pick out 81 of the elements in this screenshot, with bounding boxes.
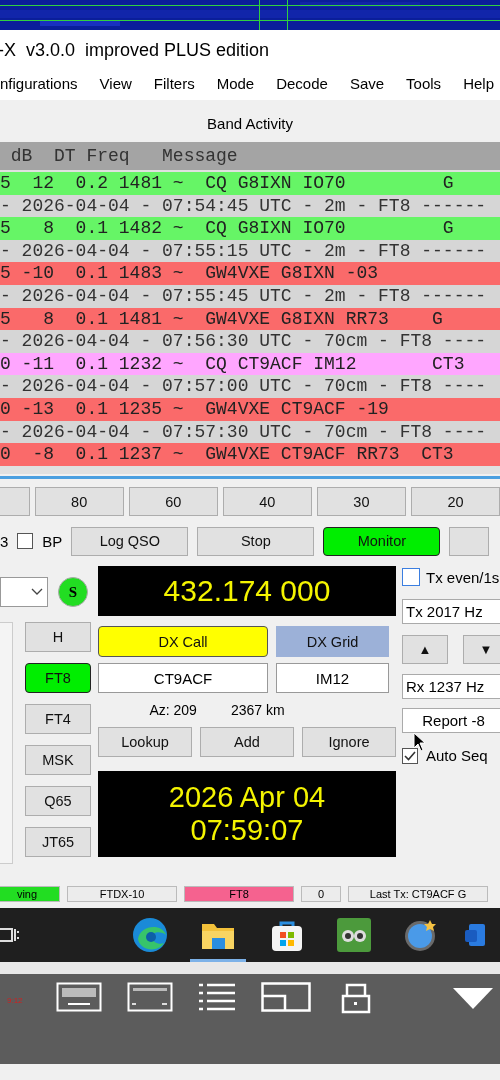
action-button[interactable]: Add — [200, 727, 294, 757]
distance-text: 2367 km — [230, 702, 285, 718]
status-field: ving — [0, 886, 60, 902]
mode-button[interactable]: FT8 — [25, 663, 91, 693]
menu-item[interactable]: Filters — [153, 74, 206, 92]
checkbox[interactable] — [402, 568, 420, 586]
decode-row[interactable]: 5 8 0.1 1481 ~ GW4VXE G8IXN RR73 G — [0, 307, 500, 331]
control-button[interactable]: Stop — [197, 526, 315, 556]
browser-icon[interactable] — [132, 917, 168, 953]
menu-item[interactable]: Mode — [216, 74, 266, 92]
band-button[interactable]: 40 — [222, 487, 312, 516]
time-text: 9:12 — [6, 996, 24, 1005]
mode-button[interactable]: FT4 — [25, 704, 91, 734]
globe-icon[interactable] — [404, 918, 438, 952]
label-text: 3 — [0, 532, 9, 550]
azimuth-text: Az: 209 — [149, 702, 197, 718]
menu-item[interactable]: Tools — [406, 74, 453, 92]
period-separator: - 2026-04-04 - 07:57:00 UTC - 70cm - FT8 ---- — [0, 375, 500, 398]
checkbox-label: BP — [42, 532, 63, 550]
window-icon[interactable] — [261, 982, 311, 1012]
decode-row[interactable]: 0 -11 0.1 1232 ~ CQ CT9ACF IM12 CT3 — [0, 352, 500, 376]
period-separator: - 2026-04-04 - 07:55:45 UTC - 2m - FT8 ------ — [0, 284, 500, 308]
band-button[interactable]: 60 — [128, 487, 218, 516]
band-button[interactable]: 80 — [34, 487, 124, 516]
mode-button[interactable]: H — [25, 622, 91, 652]
checkbox[interactable] — [17, 533, 34, 549]
period-separator: - 2026-04-04 - 07:54:45 UTC - 2m - FT8 ------ — [0, 194, 500, 218]
spin-box[interactable]: Rx 1237 Hz — [402, 674, 500, 699]
decode-row[interactable]: 5 8 0.1 1482 ~ CQ G8IXN IO70 G — [0, 217, 500, 240]
decode-row[interactable]: 5 12 0.2 1481 ~ CQ G8IXN IO70 G — [0, 172, 500, 195]
decode-row[interactable]: 0 -8 0.1 1237 ~ GW4VXE CT9ACF RR73 CT3 — [0, 443, 500, 466]
mode-button[interactable]: Q65 — [25, 786, 91, 816]
checkbox[interactable] — [402, 747, 418, 764]
check-icon — [404, 750, 416, 761]
dx-call-button[interactable]: DX Call — [98, 626, 268, 657]
status-field: FT8 — [184, 886, 294, 902]
period-separator: - 2026-04-04 - 07:55:15 UTC - 2m - FT8 ------ — [0, 239, 500, 263]
arrow-button[interactable]: ▲ — [402, 635, 448, 664]
menu-item[interactable]: Help — [463, 74, 500, 92]
chevron-icon — [31, 588, 43, 596]
frequency-display: 432.174 000 — [98, 566, 396, 616]
decode-row[interactable]: 5 -10 0.1 1483 ~ GW4VXE G8IXN -03 — [0, 262, 500, 285]
menu-item[interactable]: Save — [349, 74, 396, 92]
action-button[interactable]: Ignore — [302, 727, 396, 757]
band-button[interactable]: 20 — [410, 487, 500, 516]
spin-box[interactable]: Report -8 — [402, 708, 500, 733]
mode-button[interactable]: JT65 — [25, 827, 91, 857]
keyboard-icon[interactable] — [56, 982, 102, 1012]
status-field: FTDX-10 — [67, 886, 177, 902]
period-separator: - 2026-04-04 - 07:56:30 UTC - 70cm - FT8 ---- — [0, 330, 500, 353]
status-field: Last Tx: CT9ACF G — [348, 886, 488, 902]
keyboard-icon[interactable] — [127, 982, 173, 1012]
decode-row[interactable]: 0 -13 0.1 1235 ~ GW4VXE CT9ACF -19 — [0, 397, 500, 421]
lock-icon[interactable] — [341, 982, 371, 1014]
panel-title: Band Activity — [207, 114, 293, 132]
menu-item[interactable]: nfigurations — [0, 74, 89, 92]
band-button[interactable]: 30 — [316, 487, 406, 516]
checkbox-label: Tx even/1s — [426, 568, 500, 586]
menu-item[interactable]: Decode — [276, 74, 339, 92]
checkbox-label: Auto Seq — [426, 747, 488, 764]
owl-icon[interactable] — [337, 918, 371, 952]
arrow-button[interactable]: ▼ — [463, 635, 500, 664]
dx-grid-button[interactable]: DX Grid — [276, 626, 389, 657]
spin-box[interactable]: Tx 2017 Hz — [402, 599, 500, 624]
clock-display: 2026 Apr 04 07:59:07 — [98, 771, 396, 857]
widgets-icon[interactable] — [0, 925, 20, 945]
status-field: 0 — [301, 886, 341, 902]
period-separator: - 2026-04-04 - 07:57:30 UTC - 70cm - FT8 ---- — [0, 420, 500, 444]
input-field[interactable]: CT9ACF — [98, 663, 268, 693]
list-icon[interactable] — [198, 982, 236, 1012]
dropdown[interactable] — [0, 577, 48, 607]
column-header: dB DT Freq Message — [0, 142, 500, 170]
cursor-icon — [413, 732, 426, 752]
input-field[interactable]: IM12 — [276, 663, 389, 693]
control-button[interactable]: Log QSO — [71, 526, 189, 556]
status-badge[interactable]: S — [58, 577, 88, 607]
mode-button[interactable]: MSK — [25, 745, 91, 775]
dropdown-triangle-icon[interactable] — [453, 988, 493, 1010]
control-button[interactable]: Monitor — [323, 526, 441, 556]
menu-item[interactable]: View — [99, 74, 143, 92]
action-button[interactable]: Lookup — [98, 727, 192, 757]
